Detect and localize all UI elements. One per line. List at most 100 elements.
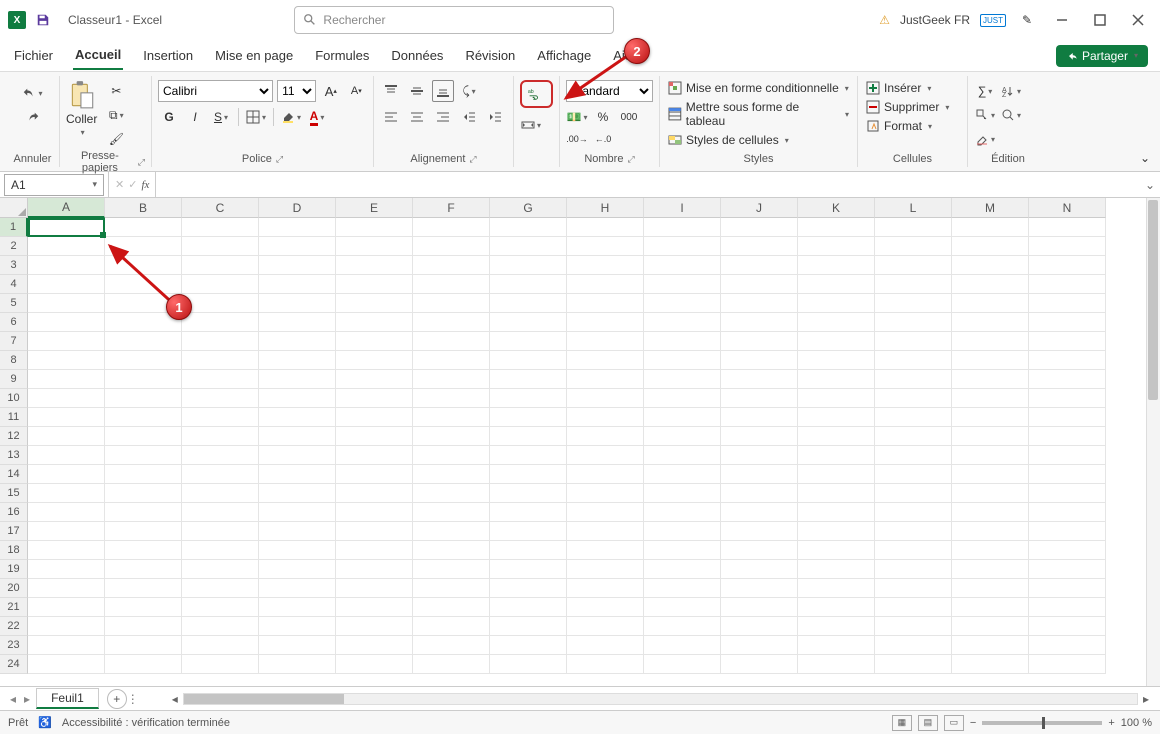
cell[interactable] (567, 275, 644, 294)
cell[interactable] (336, 503, 413, 522)
cell[interactable] (721, 275, 798, 294)
cell[interactable] (567, 351, 644, 370)
row-header-9[interactable]: 9 (0, 370, 28, 389)
tab-affichage[interactable]: Affichage (535, 42, 593, 69)
cell[interactable] (567, 598, 644, 617)
cell[interactable] (105, 332, 182, 351)
cell[interactable] (336, 256, 413, 275)
cell[interactable] (721, 636, 798, 655)
percent-button[interactable]: % (592, 106, 614, 128)
cell[interactable] (875, 408, 952, 427)
cell[interactable] (952, 275, 1029, 294)
select-all-corner[interactable] (0, 198, 28, 218)
cell[interactable] (721, 427, 798, 446)
cell[interactable] (644, 503, 721, 522)
window-maximize[interactable] (1086, 6, 1114, 34)
cell[interactable] (567, 332, 644, 351)
decrease-indent-button[interactable] (458, 106, 480, 128)
cell[interactable] (952, 427, 1029, 446)
cell[interactable] (567, 560, 644, 579)
cell[interactable] (336, 484, 413, 503)
cell[interactable] (105, 408, 182, 427)
cell[interactable] (490, 408, 567, 427)
cell[interactable] (644, 636, 721, 655)
row-header-13[interactable]: 13 (0, 446, 28, 465)
cell[interactable] (182, 351, 259, 370)
cell[interactable] (336, 617, 413, 636)
cell[interactable] (182, 427, 259, 446)
cell[interactable] (182, 332, 259, 351)
cell[interactable] (182, 275, 259, 294)
cell[interactable] (952, 484, 1029, 503)
cell[interactable] (259, 579, 336, 598)
cell[interactable] (105, 427, 182, 446)
cell[interactable] (336, 313, 413, 332)
cell[interactable] (875, 484, 952, 503)
decrease-decimal-button[interactable]: ←.0 (592, 128, 614, 150)
cell[interactable] (952, 522, 1029, 541)
column-header-K[interactable]: K (798, 198, 875, 218)
cell[interactable] (413, 579, 490, 598)
column-header-L[interactable]: L (875, 198, 952, 218)
cell[interactable] (644, 484, 721, 503)
cell[interactable] (336, 655, 413, 674)
cell[interactable] (1029, 408, 1106, 427)
cell[interactable] (259, 313, 336, 332)
number-format-select[interactable]: Standard (566, 80, 653, 102)
cell[interactable] (952, 218, 1029, 237)
cell[interactable] (182, 389, 259, 408)
cell[interactable] (1029, 655, 1106, 674)
cell[interactable] (490, 579, 567, 598)
cell[interactable] (952, 579, 1029, 598)
fill-button[interactable]: ▾ (974, 104, 996, 126)
merge-center-button[interactable]: ▾ (520, 114, 542, 136)
cell[interactable] (721, 256, 798, 275)
cell[interactable] (413, 294, 490, 313)
align-center-button[interactable] (406, 106, 428, 128)
formula-input[interactable] (156, 174, 1140, 196)
cell[interactable] (105, 579, 182, 598)
warning-icon[interactable]: ⚠ (879, 13, 890, 27)
cell[interactable] (1029, 636, 1106, 655)
cell[interactable] (721, 522, 798, 541)
cell[interactable] (798, 503, 875, 522)
cell[interactable] (490, 313, 567, 332)
column-header-H[interactable]: H (567, 198, 644, 218)
wrap-text-button[interactable]: ab (523, 83, 545, 105)
cell[interactable] (644, 446, 721, 465)
cell[interactable] (413, 370, 490, 389)
cell[interactable] (259, 522, 336, 541)
align-middle-button[interactable] (406, 80, 428, 102)
cut-button[interactable]: ✂ (105, 80, 127, 102)
cell[interactable] (798, 218, 875, 237)
cell[interactable] (259, 446, 336, 465)
column-header-F[interactable]: F (413, 198, 490, 218)
cell[interactable] (567, 237, 644, 256)
column-header-E[interactable]: E (336, 198, 413, 218)
sheet-nav-prev[interactable]: ◂ (6, 692, 20, 706)
cell[interactable] (567, 294, 644, 313)
cell[interactable] (28, 370, 105, 389)
row-header-21[interactable]: 21 (0, 598, 28, 617)
cell[interactable] (490, 522, 567, 541)
cell[interactable] (259, 465, 336, 484)
cell[interactable] (1029, 465, 1106, 484)
cell[interactable] (567, 503, 644, 522)
align-top-button[interactable] (380, 80, 402, 102)
row-header-15[interactable]: 15 (0, 484, 28, 503)
cell[interactable] (952, 332, 1029, 351)
find-select-button[interactable]: ▾ (1000, 104, 1022, 126)
tab-insertion[interactable]: Insertion (141, 42, 195, 69)
cell[interactable] (1029, 218, 1106, 237)
cell[interactable] (28, 541, 105, 560)
cell[interactable] (413, 446, 490, 465)
cell[interactable] (28, 313, 105, 332)
cell[interactable] (490, 617, 567, 636)
cell[interactable] (875, 294, 952, 313)
cell[interactable] (644, 370, 721, 389)
cell[interactable] (28, 503, 105, 522)
cell[interactable] (490, 332, 567, 351)
name-box[interactable]: A1▾ (4, 174, 104, 196)
cell[interactable] (336, 465, 413, 484)
cell[interactable] (721, 313, 798, 332)
